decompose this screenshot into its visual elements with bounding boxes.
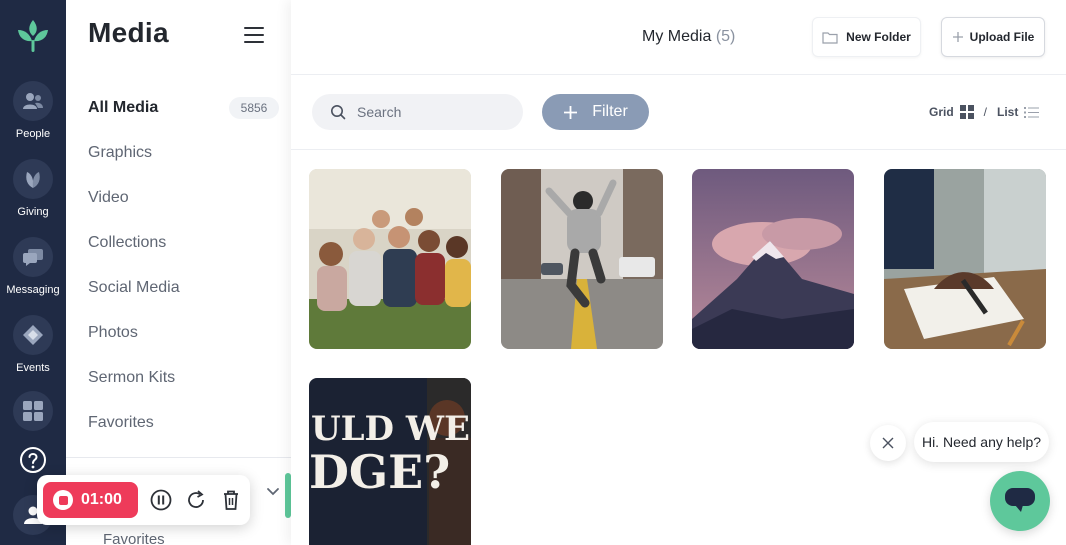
media-grid: ULD WE DGE? (291, 151, 1066, 545)
media-thumbnail-group-photo[interactable] (309, 169, 471, 349)
app-rail: People Giving Messaging Events (0, 0, 66, 545)
plus-icon (564, 105, 578, 119)
search-input[interactable] (357, 104, 507, 120)
leaf-icon (13, 159, 53, 199)
search-icon (331, 105, 346, 120)
nav-item-social-media[interactable]: Social Media (88, 279, 180, 297)
page-title: Media (88, 17, 169, 48)
sermon-graphic-line-1: ULD WE (311, 409, 470, 449)
chat-launcher-button[interactable] (990, 471, 1050, 531)
list-view-icon[interactable] (1024, 106, 1040, 119)
nav-subitem-favorites[interactable]: Favorites (103, 531, 165, 545)
help-icon (20, 447, 46, 473)
screen-recorder-bar: 01:00 (37, 475, 250, 525)
upload-file-label: Upload File (969, 30, 1035, 44)
nav-item-favorites[interactable]: Favorites (88, 414, 154, 432)
stop-icon (53, 490, 73, 510)
menu-hamburger-icon[interactable] (244, 27, 264, 45)
filter-button[interactable]: Filter (542, 94, 649, 130)
apps-grid-icon (13, 391, 53, 431)
new-folder-button[interactable]: New Folder (812, 17, 921, 57)
nav-item-sermon-kits[interactable]: Sermon Kits (88, 369, 175, 387)
recording-timer: 01:00 (81, 491, 122, 508)
chevron-down-icon[interactable] (266, 487, 280, 497)
filter-label: Filter (592, 103, 628, 120)
media-toolbar: Filter Grid / List (291, 76, 1066, 150)
upload-file-button[interactable]: Upload File (941, 17, 1045, 57)
rail-label: Messaging (6, 284, 60, 296)
rail-label: People (15, 128, 51, 140)
grid-view-icon[interactable] (959, 105, 974, 119)
nav-divider (66, 457, 291, 458)
ticket-icon (13, 315, 53, 355)
rail-label: Giving (17, 206, 49, 218)
view-toggle: Grid / List (929, 105, 1040, 119)
media-thumbnail-sermon-graphic[interactable]: ULD WE DGE? (309, 378, 471, 545)
chat-greeting-bubble[interactable]: Hi. Need any help? (914, 422, 1049, 462)
nav-item-graphics[interactable]: Graphics (88, 144, 152, 162)
app-root: People Giving Messaging Events Media All… (0, 0, 1066, 545)
my-media-count: (5) (715, 28, 736, 45)
stop-recording-button[interactable]: 01:00 (43, 482, 138, 518)
media-thumbnail-writing-photo[interactable] (884, 169, 1046, 349)
nav-item-photos[interactable]: Photos (88, 324, 138, 342)
chat-close-button[interactable] (870, 425, 906, 461)
nav-item-video[interactable]: Video (88, 189, 129, 207)
people-icon (13, 81, 53, 121)
nav-item-all-media[interactable]: All Media (88, 99, 158, 117)
plus-icon (952, 32, 963, 42)
restart-icon[interactable] (185, 489, 207, 511)
my-media-label: My Media (642, 28, 712, 45)
main-content: My Media (5) New Folder Upload File Filt… (291, 0, 1066, 545)
rail-item-events[interactable]: Events (0, 315, 66, 374)
search-box[interactable] (312, 94, 523, 130)
brand-logo-icon[interactable] (16, 18, 50, 54)
sermon-graphic-line-2: DGE? (309, 445, 450, 499)
pause-icon[interactable] (150, 489, 172, 511)
chat-icon (13, 237, 53, 277)
media-thumbnail-street-photo[interactable] (501, 169, 663, 349)
all-media-count-badge: 5856 (229, 97, 279, 119)
chat-bubble-icon (1005, 488, 1035, 512)
main-header: My Media (5) New Folder Upload File (291, 0, 1066, 75)
grid-view-label[interactable]: Grid (929, 105, 954, 119)
trash-icon[interactable] (220, 489, 242, 511)
nav-item-collections[interactable]: Collections (88, 234, 166, 252)
close-icon (882, 437, 894, 449)
media-nav: Media All Media 5856 Graphics Video Coll… (66, 0, 291, 545)
rail-item-people[interactable]: People (0, 81, 66, 140)
new-folder-label: New Folder (846, 30, 911, 44)
my-media-title: My Media (5) (642, 28, 735, 46)
rail-label: Events (16, 362, 50, 374)
rail-item-giving[interactable]: Giving (0, 159, 66, 218)
folder-icon (822, 31, 838, 44)
media-thumbnail-mountain-photo[interactable] (692, 169, 854, 349)
view-separator: / (983, 105, 988, 119)
rail-item-apps[interactable] (0, 391, 66, 431)
list-view-label[interactable]: List (997, 105, 1018, 119)
rail-item-messaging[interactable]: Messaging (0, 237, 66, 296)
